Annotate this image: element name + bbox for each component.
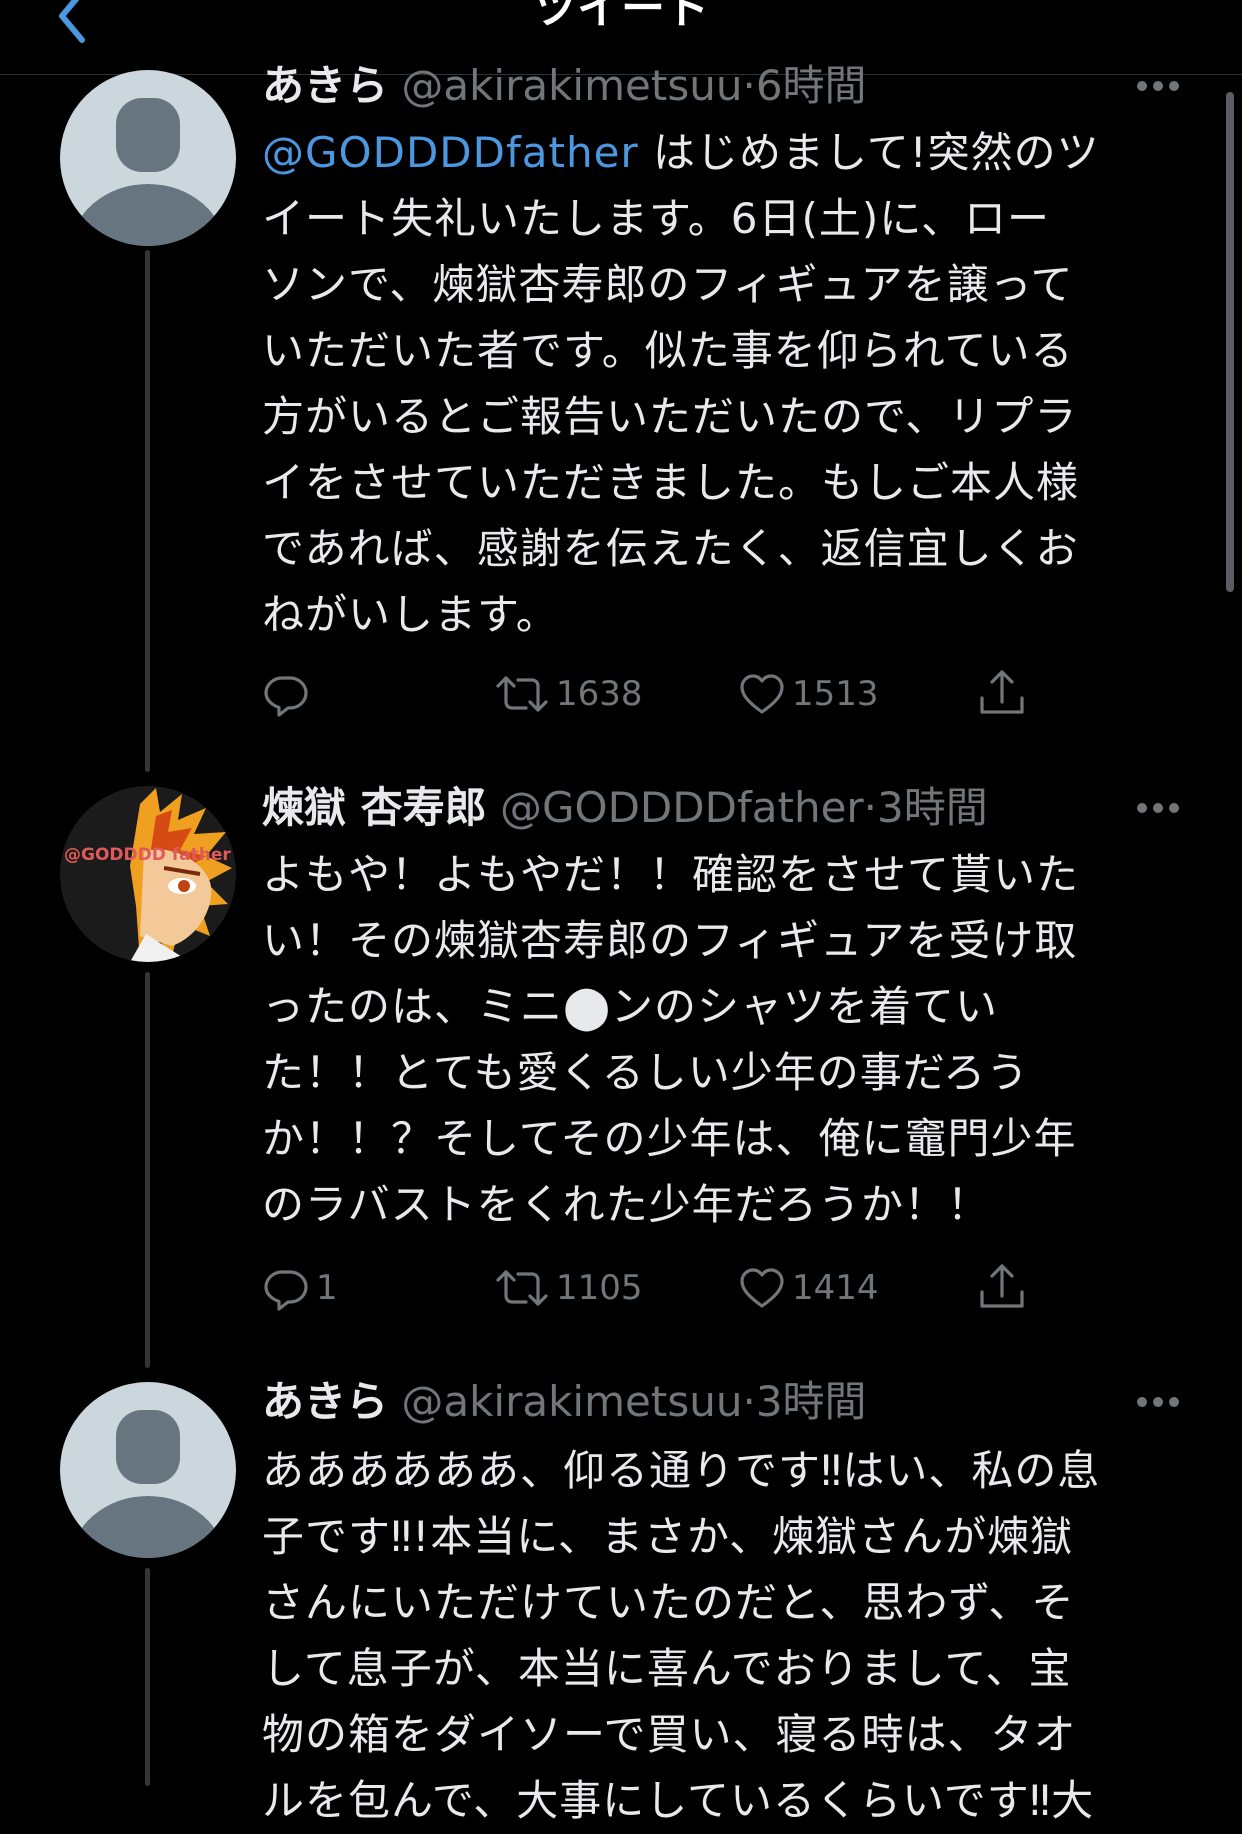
- text-line: ねがいします。: [262, 590, 559, 639]
- text-line: た！！とても愛くるしい少年の事だろう: [262, 1048, 1030, 1097]
- tweet-header: あきら @akirakimetsuu·3時間: [262, 1370, 1182, 1434]
- more-icon[interactable]: [1128, 778, 1188, 842]
- handle[interactable]: @GODDDDfather: [500, 783, 864, 832]
- like-count: 1513: [792, 674, 879, 714]
- retweet-count: 1105: [556, 1268, 643, 1308]
- reply-count: 1: [316, 1268, 338, 1308]
- handle[interactable]: @akirakimetsuu: [401, 61, 742, 110]
- reply-button[interactable]: 1: [262, 1258, 338, 1318]
- retweet-icon: [496, 1270, 548, 1306]
- tweet-header: 煉獄 杏寿郎 @GODDDDfather·3時間: [262, 776, 1182, 840]
- text-line: ああああああ、仰る通りです‼はい、私の息: [262, 1446, 1101, 1495]
- thread-line: [145, 972, 150, 1368]
- reply-button[interactable]: [262, 664, 316, 724]
- text-line: であれば、感謝を伝えたく、返信宜しくお: [262, 524, 1079, 573]
- heart-icon: [740, 674, 784, 714]
- reply-icon: [264, 676, 308, 717]
- text-line: さんにいただけていたのだと、思わず、そ: [262, 1578, 1075, 1627]
- thread-line: [145, 250, 150, 772]
- tweet-actions: 1638 1513: [262, 664, 1042, 724]
- avatar[interactable]: [60, 70, 236, 246]
- reply-icon: [264, 1270, 308, 1311]
- text-line: よもや！よもやだ！！確認をさせて貰いた: [262, 850, 1080, 899]
- rengoku-avatar-icon: @GODDDD father: [60, 786, 236, 962]
- text-line: イをさせていただきました。もしご本人様: [262, 458, 1080, 507]
- retweet-icon: [496, 676, 548, 712]
- mention-link[interactable]: @GODDDDfather: [262, 128, 639, 177]
- text-line: いただいた者です。似た事を仰られている: [262, 326, 1074, 375]
- tweet-text: よもや！よもやだ！！確認をさせて貰いた い！その煉獄杏寿郎のフィギュアを受け取 …: [262, 842, 1182, 1238]
- text-line: イート失礼いたします。6日(土)に、ロー: [262, 194, 1051, 243]
- tweet-actions: 1 1105 1414: [262, 1258, 1042, 1318]
- display-name[interactable]: あきら: [262, 61, 388, 110]
- share-button[interactable]: [976, 1258, 1028, 1318]
- avatar[interactable]: [60, 1382, 236, 1558]
- display-name[interactable]: あきら: [262, 1377, 388, 1426]
- avatar[interactable]: @GODDDD father: [60, 786, 236, 962]
- thread-line: [145, 1568, 150, 1786]
- tweet-header: あきら @akirakimetsuu·6時間: [262, 54, 1182, 118]
- retweet-button[interactable]: 1105: [494, 1258, 643, 1318]
- more-icon[interactable]: [1128, 1372, 1188, 1436]
- share-button[interactable]: [976, 664, 1028, 724]
- share-icon: [980, 1264, 1024, 1308]
- like-count: 1414: [792, 1268, 879, 1308]
- tweet-text: ああああああ、仰る通りです‼はい、私の息 子です‼!本当に、まさか、煉獄さんが煉…: [262, 1438, 1182, 1834]
- separator: ·: [863, 783, 878, 832]
- text-line: ルを包んで、大事にしているくらいです‼大: [262, 1776, 1095, 1825]
- timestamp[interactable]: 3時間: [756, 1377, 867, 1426]
- text-line: @GODDDDfather はじめまして!突然のツ: [262, 128, 1100, 177]
- retweet-button[interactable]: 1638: [494, 664, 643, 724]
- text-line: ソンで、煉獄杏寿郎のフィギュアを譲って: [262, 260, 1074, 309]
- text-line: か！！？そしてその少年は、俺に竈門少年: [262, 1114, 1077, 1163]
- text-line: 方がいるとご報告いただいたので、リプラ: [262, 392, 1078, 441]
- page-title: ツイート: [533, 0, 709, 34]
- share-icon: [980, 670, 1024, 714]
- text-line: して息子が、本当に喜んでおりまして、宝: [262, 1644, 1072, 1693]
- separator: ·: [742, 1377, 756, 1426]
- retweet-count: 1638: [556, 674, 643, 714]
- text-line: ったのは、ミニ⬤ンのシャツを着てい: [262, 982, 999, 1031]
- more-icon[interactable]: [1128, 56, 1188, 120]
- like-button[interactable]: 1513: [738, 664, 879, 724]
- text-line: のラバストをくれた少年だろうか！！: [262, 1180, 991, 1229]
- avatar-text: @GODDDD father: [64, 845, 231, 865]
- timestamp[interactable]: 3時間: [877, 783, 988, 832]
- like-button[interactable]: 1414: [738, 1258, 879, 1318]
- separator: ·: [742, 61, 756, 110]
- default-avatar-icon: [60, 70, 236, 246]
- tweet-text: @GODDDDfather はじめまして!突然のツ イート失礼いたします。6日(…: [262, 120, 1182, 648]
- text-line: 子です‼!本当に、まさか、煉獄さんが煉獄: [262, 1512, 1074, 1561]
- text-line: い！その煉獄杏寿郎のフィギュアを受け取: [262, 916, 1078, 965]
- scrollbar[interactable]: [1226, 92, 1234, 592]
- text-line: 物の箱をダイソーで買い、寝る時は、タオ: [262, 1710, 1077, 1759]
- handle[interactable]: @akirakimetsuu: [401, 1377, 742, 1426]
- timestamp[interactable]: 6時間: [756, 61, 867, 110]
- display-name[interactable]: 煉獄 杏寿郎: [262, 783, 487, 832]
- heart-icon: [740, 1268, 784, 1308]
- default-avatar-icon: [60, 1382, 236, 1558]
